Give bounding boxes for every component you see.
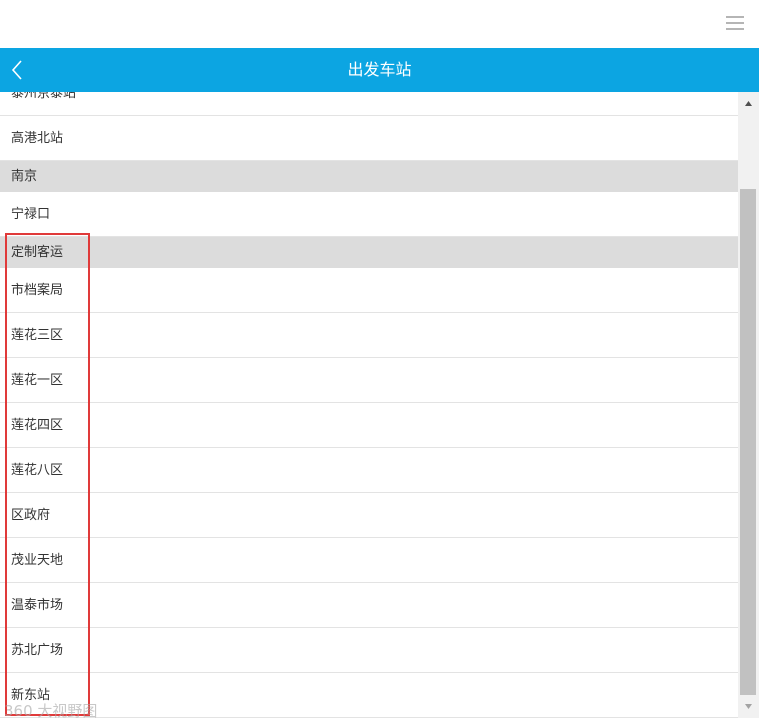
- station-item[interactable]: 温泰市场: [0, 583, 738, 628]
- group-header: 定制客运: [0, 237, 738, 268]
- scroll-down-button[interactable]: [738, 698, 759, 718]
- arrow-down-icon: [745, 704, 752, 709]
- page-header: 出发车站: [0, 48, 759, 92]
- watermark: 360 大视野图: [4, 702, 98, 720]
- station-item[interactable]: 莲花一区: [0, 358, 738, 403]
- arrow-up-icon: [745, 101, 752, 106]
- station-item[interactable]: 茂业天地: [0, 538, 738, 583]
- station-item[interactable]: 高港北站: [0, 116, 738, 161]
- station-item[interactable]: 莲花三区: [0, 313, 738, 358]
- vertical-scrollbar[interactable]: [738, 92, 759, 718]
- station-item[interactable]: 莲花四区: [0, 403, 738, 448]
- station-item[interactable]: 莲花八区: [0, 448, 738, 493]
- station-item[interactable]: 区政府: [0, 493, 738, 538]
- scroll-thumb[interactable]: [740, 189, 756, 695]
- scroll-up-button[interactable]: [738, 92, 759, 112]
- station-item[interactable]: 新东站: [0, 673, 738, 718]
- station-item[interactable]: 泰州京泰站: [0, 92, 738, 116]
- station-list: 泰州京泰站 高港北站 南京 宁禄口 定制客运 市档案局 莲花三区 莲花一区 莲花四区 莲花八区 区政…: [0, 92, 738, 718]
- group-header: 南京: [0, 161, 738, 192]
- hamburger-menu-icon[interactable]: [726, 16, 744, 30]
- station-item[interactable]: 苏北广场: [0, 628, 738, 673]
- station-item[interactable]: 市档案局: [0, 268, 738, 313]
- page-title: 出发车站: [347, 60, 412, 79]
- top-bar: [0, 0, 759, 48]
- station-item[interactable]: 宁禄口: [0, 192, 738, 237]
